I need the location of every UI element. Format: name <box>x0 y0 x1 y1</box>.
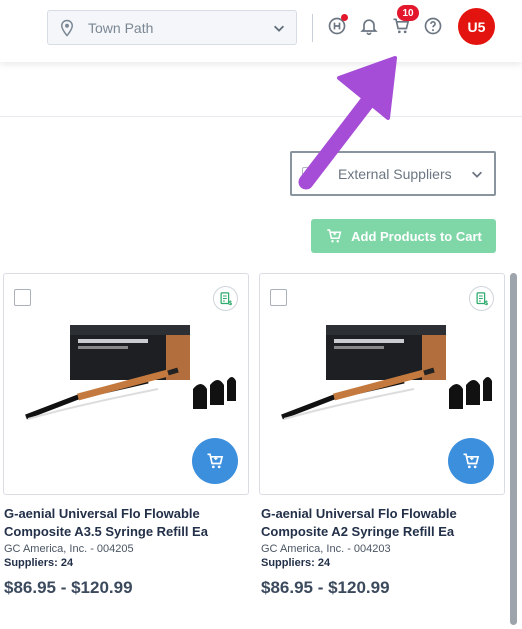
notifications-button[interactable] <box>357 14 381 38</box>
section-divider <box>0 116 522 117</box>
cart-plus-icon <box>463 453 480 469</box>
supplier-filter-label: External Suppliers <box>338 165 452 182</box>
product-select-checkbox[interactable] <box>270 289 287 306</box>
supplier-checkbox[interactable] <box>302 166 316 181</box>
location-select[interactable]: Town Path <box>47 10 297 45</box>
add-products-label: Add Products to Cart <box>351 228 482 244</box>
location-value: Town Path <box>88 19 154 36</box>
product-select-checkbox[interactable] <box>14 289 31 306</box>
price-list-button[interactable]: $ <box>213 286 238 311</box>
map-pin-icon <box>60 19 74 37</box>
product-card[interactable]: $ <box>3 273 249 495</box>
cart-plus-icon <box>207 453 224 469</box>
rewards-button[interactable] <box>325 14 349 38</box>
product-name-line: G-aenial Universal Flo Flowable <box>4 506 200 521</box>
product-info: G-aenial Universal Flo Flowable Composit… <box>4 505 254 598</box>
scrollbar-thumb[interactable] <box>510 273 517 625</box>
add-products-to-cart-button[interactable]: Add Products to Cart <box>311 219 496 253</box>
price-document-icon: $ <box>476 292 488 306</box>
cart-icon <box>327 229 342 243</box>
product-info: G-aenial Universal Flo Flowable Composit… <box>261 505 511 598</box>
product-name-line: G-aenial Universal Flo Flowable <box>261 506 457 521</box>
add-to-cart-button[interactable] <box>448 438 494 484</box>
product-name-line: Composite A3.5 Syringe Refill Ea <box>4 524 208 539</box>
rewards-notification-dot <box>341 14 348 21</box>
product-name[interactable]: G-aenial Universal Flo Flowable Composit… <box>4 505 254 541</box>
chevron-down-icon <box>274 25 284 32</box>
product-price: $86.95 - $120.99 <box>4 578 133 597</box>
product-price: $86.95 - $120.99 <box>261 578 390 597</box>
supplier-filter-dropdown[interactable]: External Suppliers <box>290 151 496 196</box>
add-to-cart-button[interactable] <box>192 438 238 484</box>
help-icon <box>424 17 442 35</box>
product-vendor: GC America, Inc. - 004205 <box>4 543 134 555</box>
product-suppliers: Suppliers: 24 <box>4 557 74 569</box>
product-suppliers: Suppliers: 24 <box>261 557 331 569</box>
product-image <box>281 325 492 420</box>
bell-icon <box>360 19 378 36</box>
help-button[interactable] <box>421 14 445 38</box>
product-name[interactable]: G-aenial Universal Flo Flowable Composit… <box>261 505 511 541</box>
price-list-button[interactable]: $ <box>469 286 494 311</box>
svg-text:$: $ <box>484 300 488 306</box>
user-avatar[interactable]: U5 <box>458 8 495 45</box>
product-image <box>25 325 236 420</box>
svg-text:$: $ <box>228 300 232 306</box>
chevron-down-icon <box>472 171 482 178</box>
page: Town Path 10 U5 External Suppliers Add P… <box>0 0 522 629</box>
header-divider <box>312 14 313 42</box>
price-document-icon: $ <box>220 292 232 306</box>
product-card[interactable]: $ <box>259 273 505 495</box>
product-vendor: GC America, Inc. - 004203 <box>261 543 391 555</box>
cart-count-badge: 10 <box>397 5 419 21</box>
product-name-line: Composite A2 Syringe Refill Ea <box>261 524 455 539</box>
top-header: Town Path 10 U5 <box>0 0 522 62</box>
